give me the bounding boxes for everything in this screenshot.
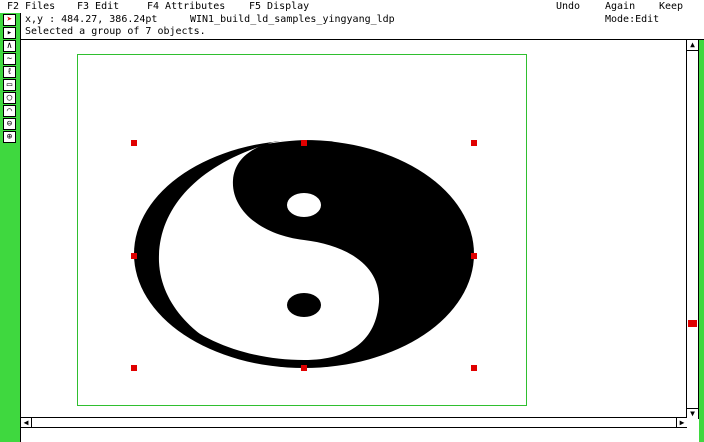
selection-handle[interactable] <box>301 365 307 371</box>
document-filename: WIN1_build_ld_samples_yingyang_ldp <box>190 14 395 25</box>
scroll-down-arrow-icon[interactable]: ▼ <box>687 408 698 419</box>
menu-display[interactable]: F5 Display <box>249 0 309 13</box>
ellipse-tool-icon[interactable]: ◯ <box>3 92 16 104</box>
undo-button[interactable]: Undo <box>556 0 580 13</box>
selection-handle[interactable] <box>471 365 477 371</box>
menu-files[interactable]: F2 Files <box>7 0 55 13</box>
vertical-scroll-thumb[interactable] <box>688 320 697 327</box>
zoom-in-icon[interactable]: ⊕ <box>3 131 16 143</box>
keep-button[interactable]: Keep <box>659 0 683 13</box>
selection-handle[interactable] <box>471 253 477 259</box>
black-dot <box>287 293 321 317</box>
status-message: Selected a group of 7 objects. <box>25 26 206 37</box>
arrow-tool-icon[interactable]: ▸ <box>3 27 16 39</box>
scroll-left-arrow-icon[interactable]: ◀ <box>21 418 32 427</box>
text-tool-icon[interactable]: ℓ <box>3 66 16 78</box>
zoom-out-icon[interactable]: ⊖ <box>3 118 16 130</box>
window-edge <box>699 40 704 442</box>
yin-yang-drawing[interactable] <box>21 40 686 417</box>
rectangle-tool-icon[interactable]: ▭ <box>3 79 16 91</box>
selection-handle[interactable] <box>131 140 137 146</box>
again-button[interactable]: Again <box>605 0 635 13</box>
menu-bar: F2 Files F3 Edit F4 Attributes F5 Displa… <box>0 0 704 14</box>
polyline-tool-icon[interactable]: ∧ <box>3 40 16 52</box>
selection-handle[interactable] <box>131 253 137 259</box>
vertical-scrollbar[interactable]: ▲ ▼ <box>686 40 699 419</box>
arc-tool-icon[interactable]: ⌒ <box>3 105 16 117</box>
message-strip <box>21 428 704 442</box>
tool-palette: ➤ ▸ ∧ ∼ ℓ ▭ ◯ ⌒ ⊖ ⊕ <box>0 13 21 442</box>
menu-edit[interactable]: F3 Edit <box>77 0 119 13</box>
select-pointer-icon[interactable]: ➤ <box>3 14 16 26</box>
selection-handle[interactable] <box>301 140 307 146</box>
cursor-coordinates: x,y : 484.27, 386.24pt <box>25 14 158 25</box>
white-dot <box>287 193 321 217</box>
scroll-up-arrow-icon[interactable]: ▲ <box>687 40 698 51</box>
horizontal-scrollbar[interactable]: ◀ ▶ <box>21 417 687 428</box>
selection-handle[interactable] <box>131 365 137 371</box>
menu-attributes[interactable]: F4 Attributes <box>147 0 225 13</box>
drawing-canvas[interactable] <box>21 40 687 417</box>
curve-tool-icon[interactable]: ∼ <box>3 53 16 65</box>
selection-handle[interactable] <box>471 140 477 146</box>
mode-indicator: Mode:Edit <box>605 14 660 25</box>
scroll-right-arrow-icon[interactable]: ▶ <box>676 418 687 427</box>
status-area: x,y : 484.27, 386.24pt WIN1_build_ld_sam… <box>21 13 704 40</box>
